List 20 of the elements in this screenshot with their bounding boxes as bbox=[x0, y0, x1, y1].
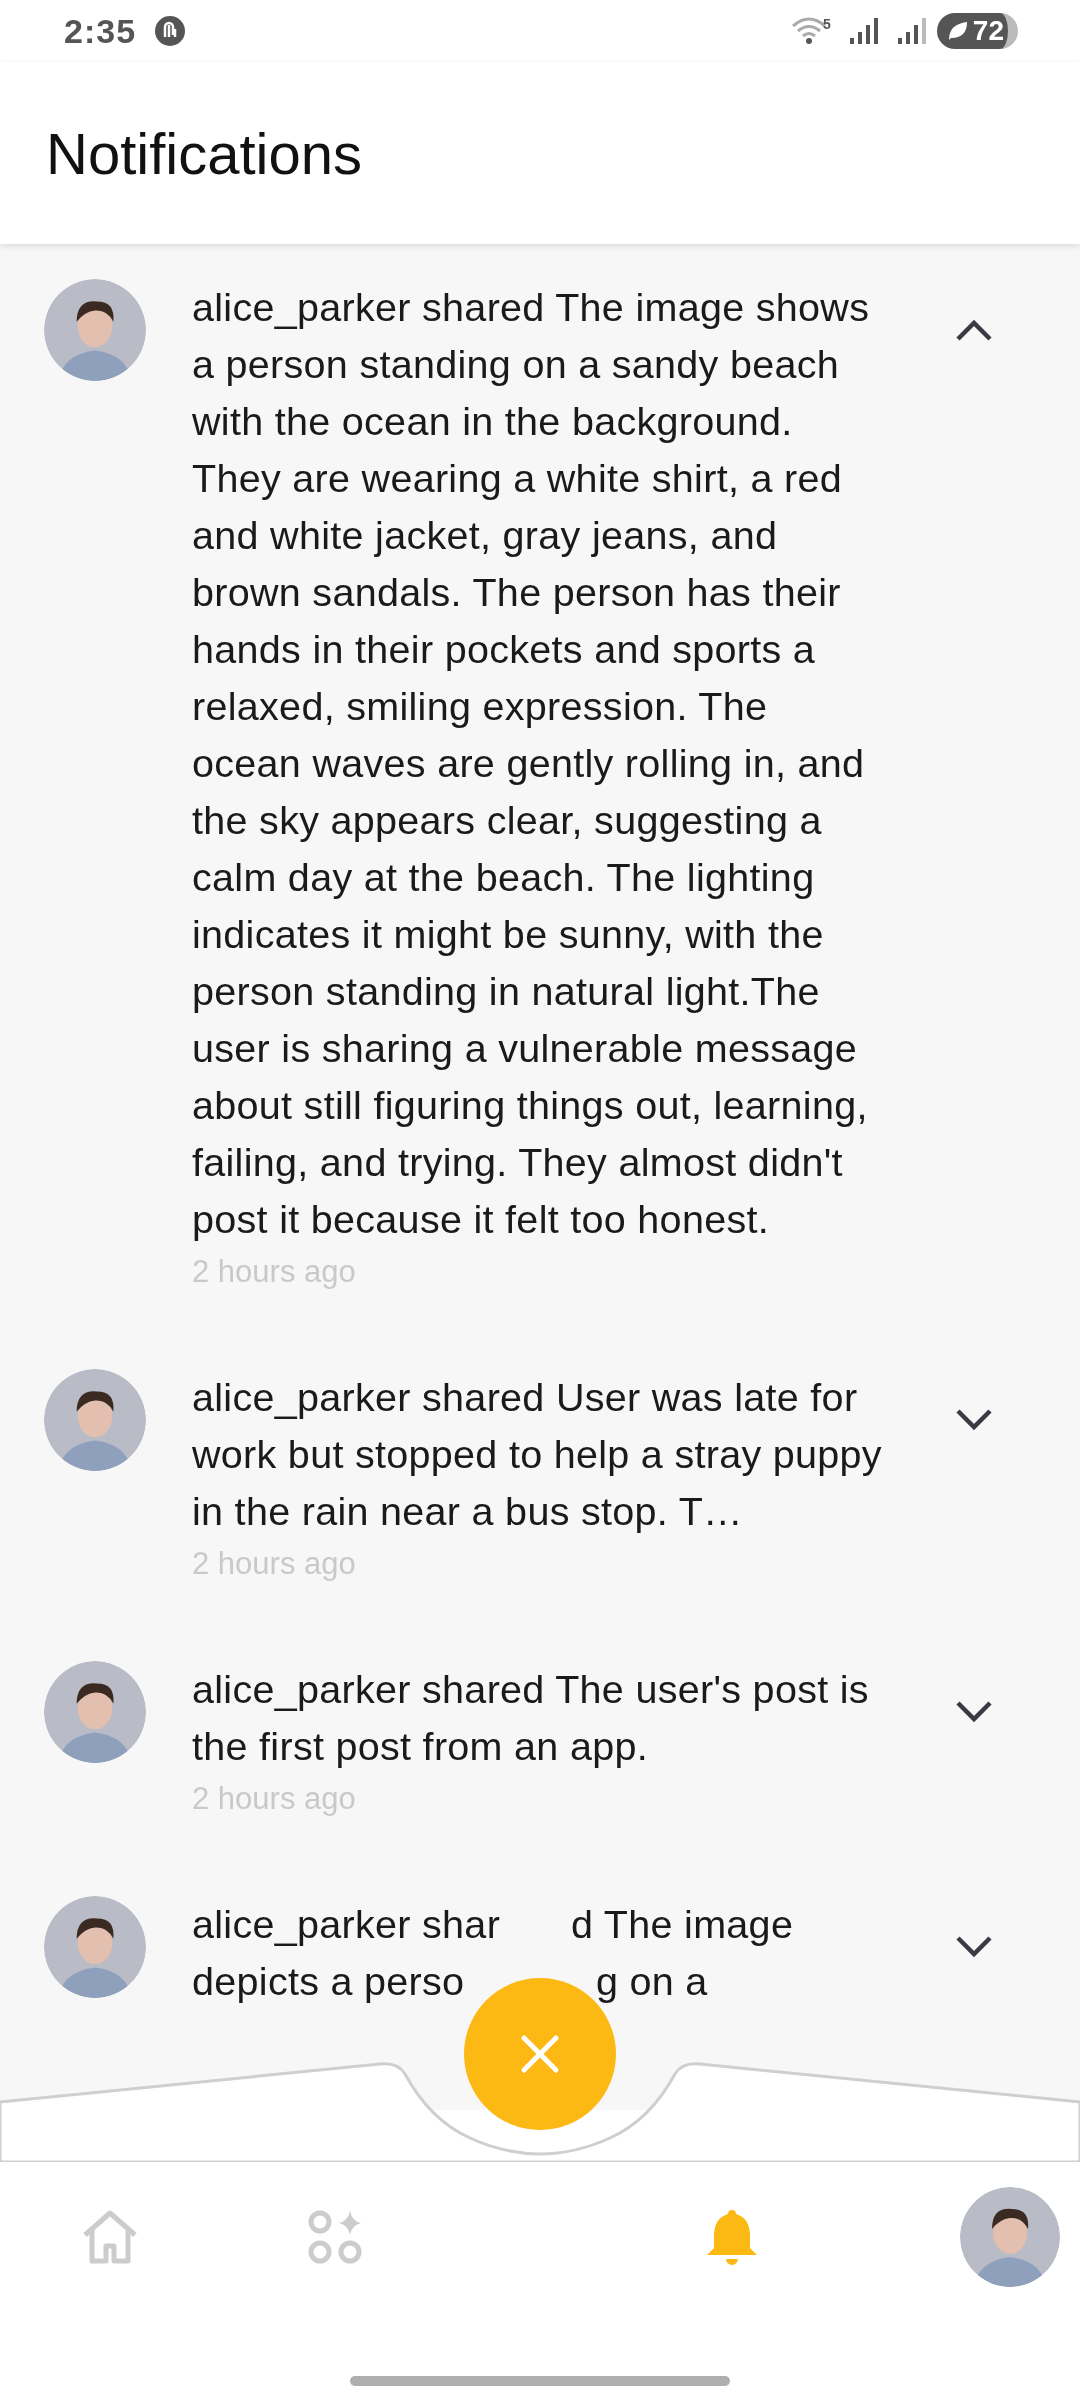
notification-text: alice_parker shared The image shows a person standing on a sandy beach with the ocean in the background. They are wearing a white shirt, a red and white jacket, gray jeans, and brown sandals. The person has their hands in their pockets and sports a relaxed, smiling expression. The ocean waves are gently rolling in, and the sky appears clear, suggesting a calm day at the beach. The lighting indicates it might be sunny, with the person standing in natural light.The user is sharing a vulnerable message about still figuring things out, learning, failing, and trying. They almost didn't post it because it felt too honest. bbox=[192, 284, 871, 1243]
signal-icon bbox=[848, 16, 879, 46]
chevron-down-icon[interactable] bbox=[954, 1934, 994, 1960]
notification-text: depicts a perso bbox=[192, 1958, 465, 2005]
notification-text: alice_parker shared The user's post is the first post from an app. bbox=[192, 1666, 870, 1770]
chevron-up-icon[interactable] bbox=[954, 317, 994, 343]
notification-text: g on a bbox=[596, 1958, 708, 2005]
close-icon bbox=[520, 2034, 560, 2074]
notification-text: alice_parker shar bbox=[192, 1901, 501, 1948]
app-notification-icon bbox=[154, 15, 187, 47]
leaf-icon bbox=[946, 20, 969, 42]
wifi-label: 5 bbox=[823, 16, 831, 32]
page-title: Notifications bbox=[46, 119, 362, 187]
notification-text: alice_parker shared User was late for work but stopped to help a stray puppy in the rain near a bus stop. T… bbox=[192, 1374, 882, 1535]
notification-text: d The image bbox=[571, 1901, 794, 1948]
status-time: 2:35 bbox=[64, 11, 137, 51]
signal-icon bbox=[896, 16, 927, 46]
battery-indicator: 72 bbox=[936, 13, 1018, 49]
chevron-down-icon[interactable] bbox=[954, 1699, 994, 1725]
chevron-down-icon[interactable] bbox=[954, 1407, 994, 1433]
